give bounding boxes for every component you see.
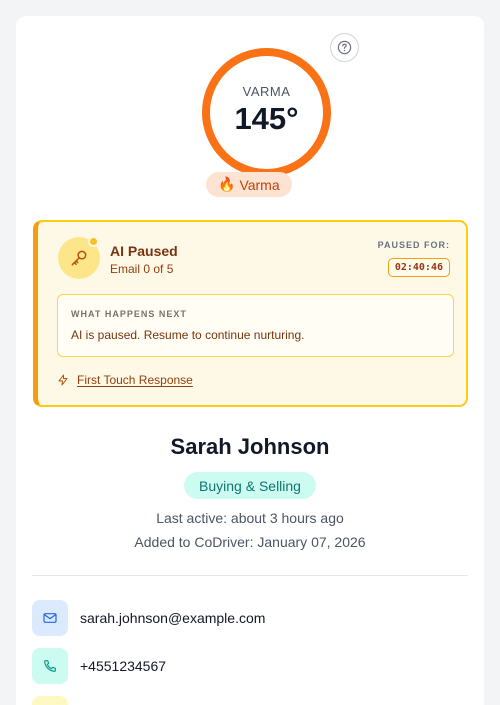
- ai-paused-panel: AI Paused Email 0 of 5 PAUSED FOR: 02:40…: [33, 220, 468, 407]
- email-row[interactable]: sarah.johnson@example.com: [32, 600, 265, 636]
- phone-row[interactable]: +4551234567: [32, 648, 166, 684]
- next-label: WHAT HAPPENS NEXT: [71, 309, 187, 319]
- what-happens-next-box: WHAT HAPPENS NEXT AI is paused. Resume t…: [57, 294, 454, 357]
- contact-name: Sarah Johnson: [170, 434, 330, 459]
- pause-timer: 02:40:46: [387, 258, 450, 277]
- bolt-icon: [58, 374, 68, 386]
- gauge-label: VARMA: [242, 84, 291, 99]
- ai-status-subtitle: Email 0 of 5: [110, 262, 174, 276]
- last-active: Last active: about 3 hours ago: [156, 510, 344, 526]
- phone-icon-wrap: [32, 648, 68, 684]
- ai-status-title: AI Paused: [110, 243, 178, 259]
- next-text: AI is paused. Resume to continue nurturi…: [71, 328, 305, 342]
- mail-icon: [43, 613, 57, 623]
- help-icon: [337, 40, 352, 55]
- status-dot: [88, 236, 99, 247]
- contact-row-icon-wrap: [32, 696, 68, 705]
- temperature-badge: 🔥 Varma: [206, 172, 292, 197]
- temperature-gauge: VARMA 145°: [202, 48, 331, 177]
- contact-tag: Buying & Selling: [184, 472, 316, 499]
- added-date: Added to CoDriver: January 07, 2026: [134, 534, 366, 550]
- first-touch-response-label: First Touch Response: [77, 373, 193, 387]
- paused-for-label: PAUSED FOR:: [377, 240, 450, 250]
- help-button[interactable]: [330, 33, 359, 62]
- temperature-badge-label: Varma: [239, 176, 280, 193]
- contact-row-partial[interactable]: [32, 696, 68, 705]
- phone-value: +4551234567: [80, 658, 167, 674]
- flame-icon: 🔥: [218, 176, 236, 192]
- email-value: sarah.johnson@example.com: [80, 610, 266, 626]
- phone-icon: [44, 660, 56, 672]
- key-icon: [71, 250, 87, 266]
- divider: [32, 575, 468, 576]
- first-touch-response-link[interactable]: First Touch Response: [57, 373, 193, 387]
- email-icon-wrap: [32, 600, 68, 636]
- gauge-value: 145°: [234, 101, 299, 136]
